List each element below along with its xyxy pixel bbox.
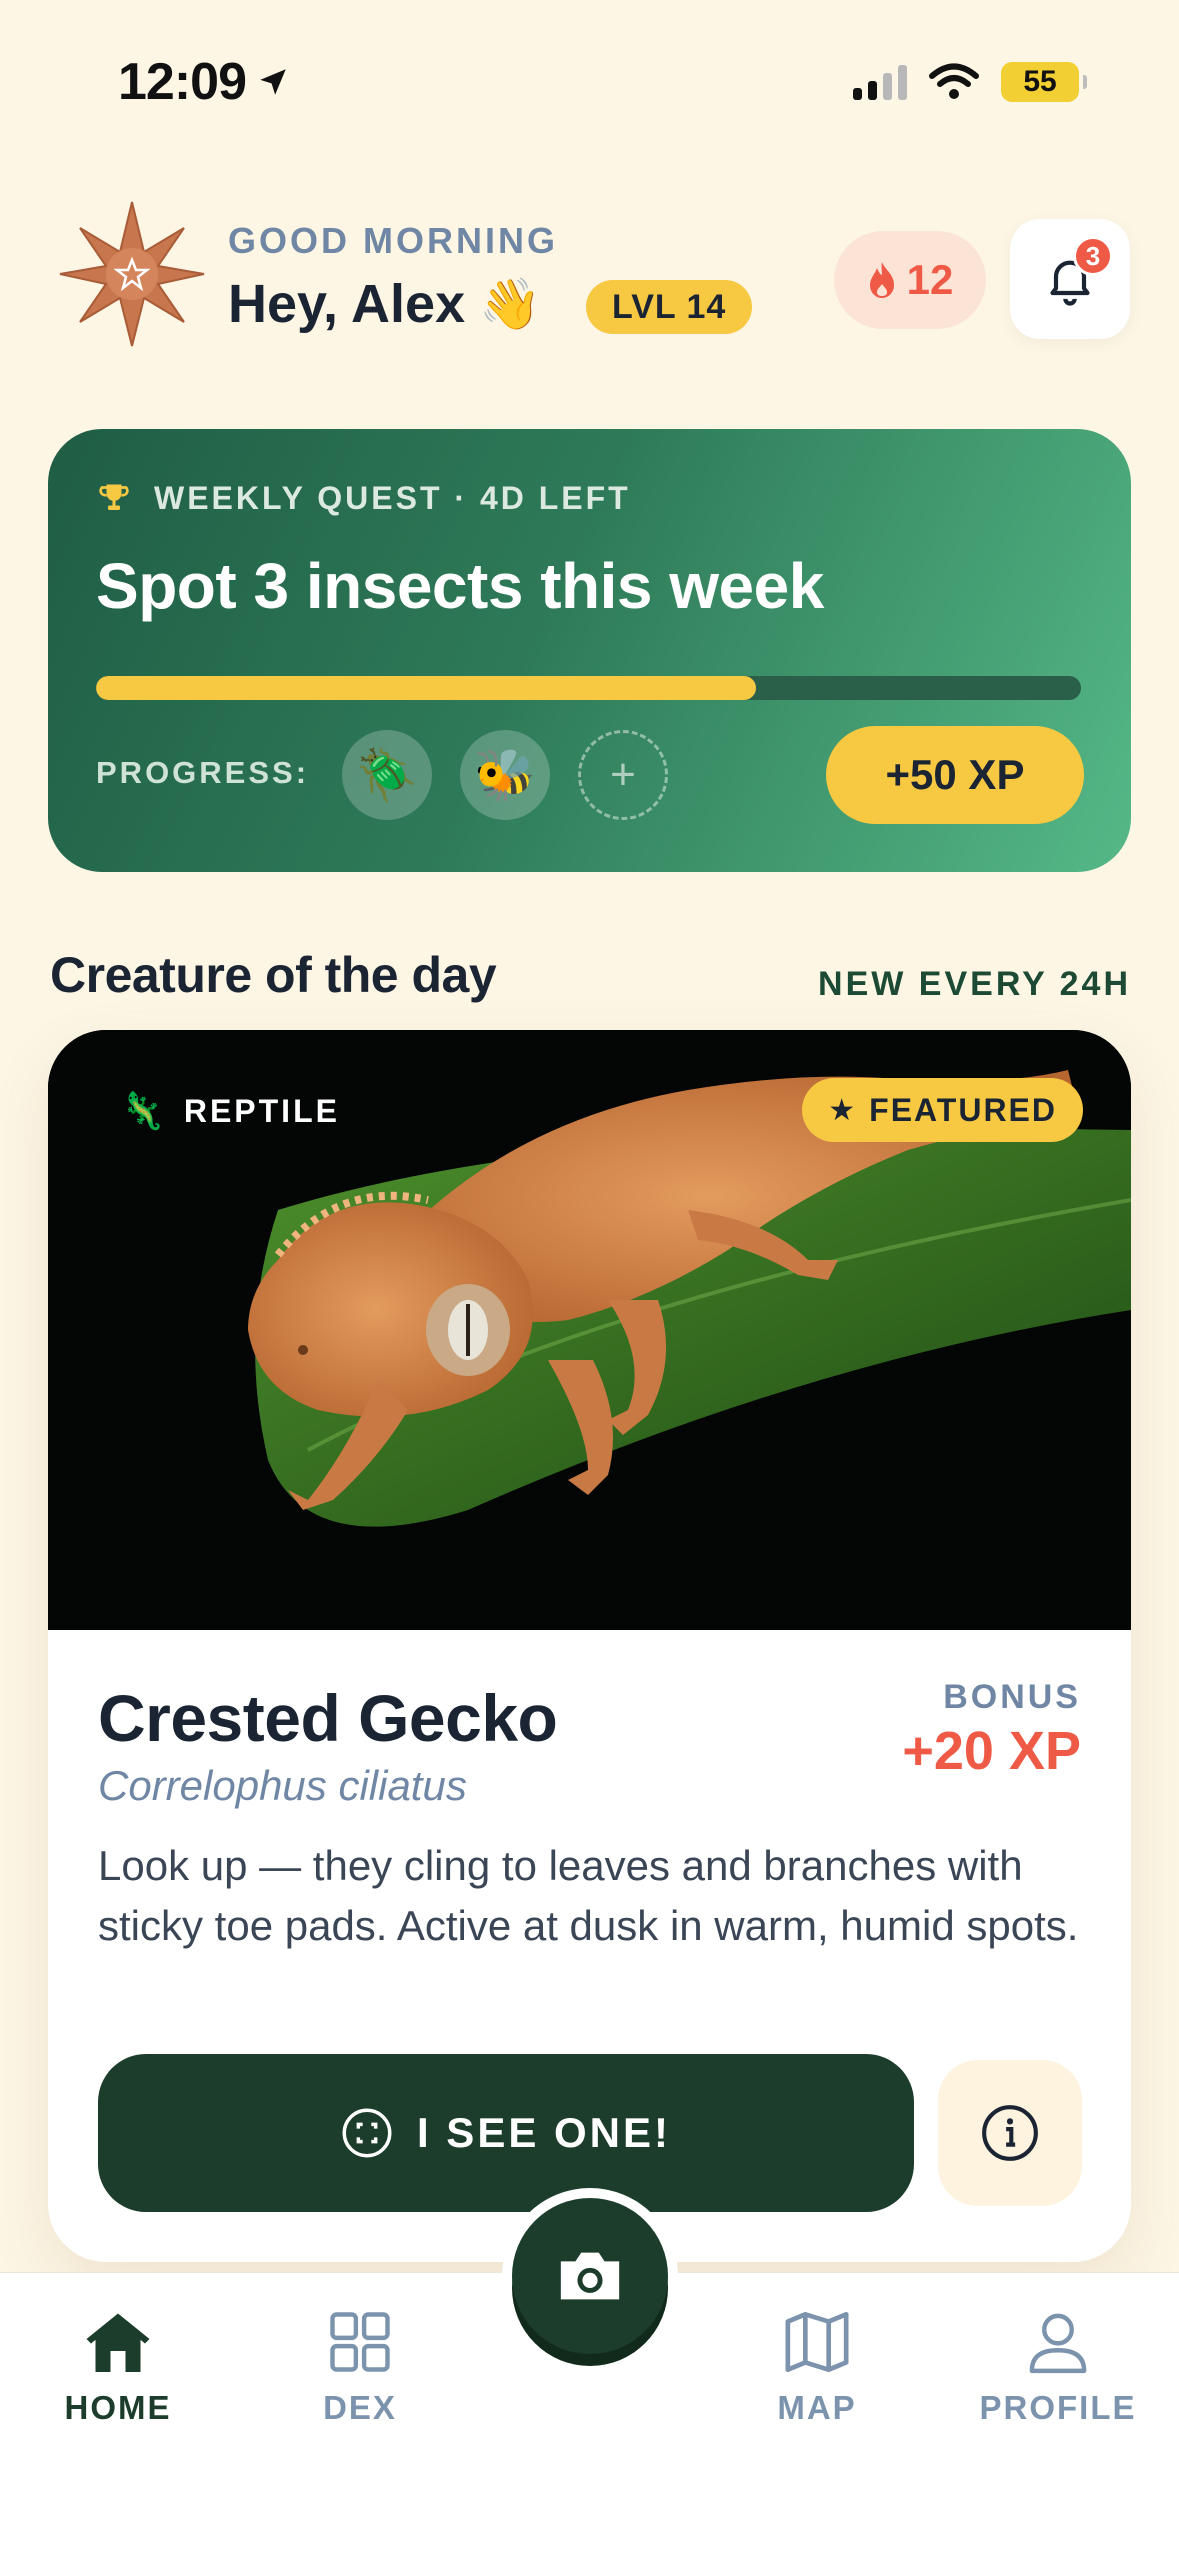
creature-description: Look up — they cling to leaves and branc… xyxy=(98,1842,1079,1949)
found-slot-beetle[interactable]: 🪲 xyxy=(342,730,432,820)
lizard-icon: 🦎 xyxy=(120,1090,168,1131)
tab-dex[interactable]: DEX xyxy=(260,2309,460,2427)
i-see-one-label: I SEE ONE! xyxy=(416,2109,672,2156)
streak-count: 12 xyxy=(906,256,954,303)
add-slot-button[interactable]: + xyxy=(578,730,668,820)
featured-label: FEATURED xyxy=(869,1091,1057,1128)
battery-indicator: 55 xyxy=(1001,62,1087,102)
scan-icon xyxy=(342,2108,392,2158)
star-icon: ★ xyxy=(828,1093,858,1127)
tab-map-label: MAP xyxy=(777,2389,857,2426)
creature-name: Crested Gecko xyxy=(98,1681,558,1755)
scientific-name: Correlophus ciliatus xyxy=(98,1762,467,1809)
progress-label: PROGRESS: xyxy=(96,755,310,790)
featured-badge: ★ FEATURED xyxy=(802,1078,1083,1142)
bonus-xp: +20 XP xyxy=(902,1721,1081,1781)
category-tag: 🦎 REPTILE xyxy=(120,1090,340,1132)
quest-progress-bar xyxy=(96,676,1081,700)
tab-profile-label: PROFILE xyxy=(979,2389,1137,2426)
beetle-icon: 🪲 xyxy=(355,746,419,803)
user-name: Hey, Alex xyxy=(228,274,466,334)
cellular-signal-icon xyxy=(853,64,907,100)
tab-home-label: HOME xyxy=(64,2389,172,2426)
map-icon xyxy=(785,2311,849,2373)
streak-counter[interactable]: 12 xyxy=(834,231,986,329)
level-badge: LVL 14 xyxy=(586,280,753,334)
creature-card[interactable]: 🦎 REPTILE ★ FEATURED Crested Gecko Corre… xyxy=(48,1030,1131,2262)
grid-icon xyxy=(330,2312,390,2372)
flame-icon xyxy=(869,262,894,298)
bonus-label: BONUS xyxy=(943,1678,1081,1716)
quest-title: Spot 3 insects this week xyxy=(96,550,824,622)
wave-icon: 👋 xyxy=(479,275,542,332)
status-time-text: 12:09 xyxy=(118,53,247,111)
camera-icon xyxy=(560,2252,620,2300)
home-icon xyxy=(86,2313,150,2372)
quest-heading-text: WEEKLY QUEST · 4D LEFT xyxy=(154,479,631,516)
info-button[interactable] xyxy=(938,2060,1082,2206)
notifications-button[interactable] xyxy=(1010,219,1130,339)
avatar-star-badge[interactable] xyxy=(58,200,206,348)
section-subtitle: NEW EVERY 24H xyxy=(818,965,1131,1003)
tab-map[interactable]: MAP xyxy=(717,2309,917,2427)
quest-reward-button[interactable]: +50 XP xyxy=(826,726,1084,824)
found-slot-bee[interactable]: 🐝 xyxy=(460,730,550,820)
battery-level: 55 xyxy=(1023,65,1057,98)
status-indicators: 55 xyxy=(853,62,1087,102)
quest-progress-fill xyxy=(96,676,756,700)
camera-button[interactable] xyxy=(512,2198,668,2354)
trophy-icon xyxy=(99,484,129,510)
plus-icon: + xyxy=(610,750,636,799)
tab-profile[interactable]: PROFILE xyxy=(958,2309,1158,2427)
category-label: REPTILE xyxy=(183,1092,340,1129)
location-arrow-icon xyxy=(260,69,286,95)
tab-dex-label: DEX xyxy=(323,2389,397,2426)
i-see-one-button[interactable]: I SEE ONE! xyxy=(98,2054,914,2212)
greeting-label: GOOD MORNING xyxy=(228,220,558,261)
section-title: Creature of the day xyxy=(50,947,497,1003)
profile-icon xyxy=(1029,2313,1087,2374)
notification-count-badge: 3 xyxy=(1073,236,1113,276)
tab-home[interactable]: HOME xyxy=(18,2309,218,2427)
user-greeting: Hey, Alex 👋 xyxy=(228,273,541,335)
info-icon xyxy=(982,2105,1038,2161)
bee-icon: 🐝 xyxy=(473,746,537,803)
status-time: 12:09 xyxy=(118,52,290,112)
quest-header: WEEKLY QUEST · 4D LEFT xyxy=(96,479,631,517)
wifi-icon xyxy=(929,63,979,99)
weekly-quest-card[interactable]: WEEKLY QUEST · 4D LEFT Spot 3 insects th… xyxy=(48,429,1131,872)
